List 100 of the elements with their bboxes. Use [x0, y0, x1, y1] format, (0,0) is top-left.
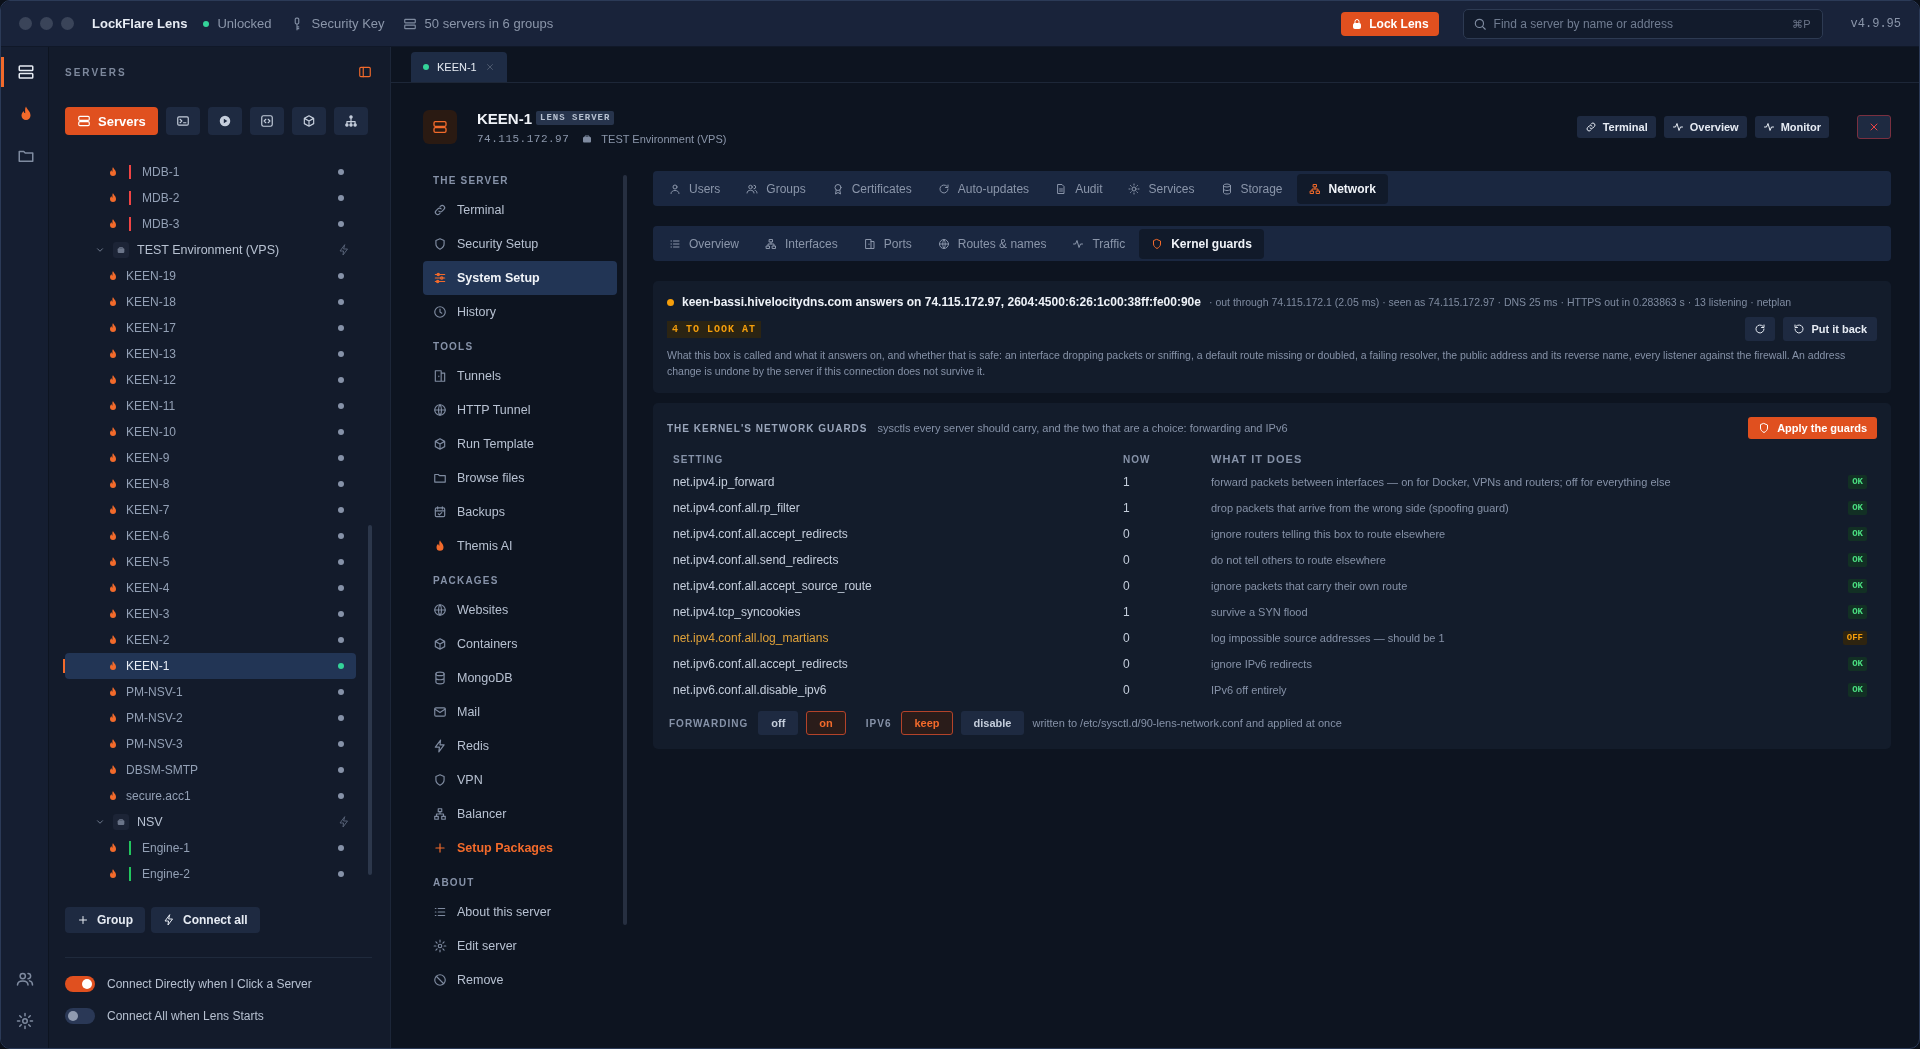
- nav-item[interactable]: Mail: [423, 695, 617, 729]
- server-item[interactable]: MDB-2: [65, 185, 356, 211]
- servers-tab[interactable]: Servers: [65, 107, 158, 135]
- section-tab[interactable]: Services: [1116, 173, 1207, 204]
- server-item[interactable]: KEEN-13: [65, 341, 356, 367]
- nav-heading: ABOUT: [432, 876, 476, 890]
- flame-icon: [107, 374, 119, 386]
- nav-item[interactable]: Containers: [423, 627, 617, 661]
- section-tab[interactable]: Certificates: [819, 173, 924, 204]
- nav-item[interactable]: Browse files: [423, 461, 617, 495]
- server-item[interactable]: KEEN-7: [65, 497, 356, 523]
- group-name[interactable]: NSV: [137, 815, 163, 829]
- apply-button[interactable]: Apply the guards: [1748, 417, 1877, 439]
- nav-item[interactable]: HTTP Tunnel: [423, 393, 617, 427]
- server-item[interactable]: Engine-1: [65, 835, 356, 861]
- subtab[interactable]: Interfaces: [753, 228, 850, 259]
- put-back-button[interactable]: Put it back: [1783, 317, 1877, 341]
- chevron-icon[interactable]: [95, 245, 105, 255]
- section-tab[interactable]: Groups: [734, 173, 818, 204]
- nav-item[interactable]: Run Template: [423, 427, 617, 461]
- toggle-switch[interactable]: [65, 976, 95, 992]
- section-tab[interactable]: Users: [657, 173, 733, 204]
- server-item[interactable]: secure.acc1: [65, 783, 356, 809]
- mode-tab[interactable]: [165, 107, 200, 135]
- header-action-button[interactable]: Terminal: [1576, 116, 1656, 138]
- add-group-button[interactable]: Group: [65, 907, 145, 933]
- refresh-button[interactable]: [1745, 317, 1776, 341]
- server-item[interactable]: KEEN-5: [65, 549, 356, 575]
- nav-item[interactable]: Websites: [423, 593, 617, 627]
- toggle-switch[interactable]: [65, 1008, 95, 1024]
- scrollbar[interactable]: [623, 175, 627, 925]
- server-item[interactable]: KEEN-3: [65, 601, 356, 627]
- mode-tab[interactable]: [291, 107, 326, 135]
- nav-item[interactable]: Backups: [423, 495, 617, 529]
- server-item[interactable]: PM-NSV-3: [65, 731, 356, 757]
- subtab[interactable]: Overview: [657, 228, 751, 259]
- server-item[interactable]: KEEN-4: [65, 575, 356, 601]
- server-item[interactable]: KEEN-1: [65, 653, 356, 679]
- server-item[interactable]: KEEN-12: [65, 367, 356, 393]
- server-item[interactable]: KEEN-17: [65, 315, 356, 341]
- mode-tab[interactable]: [333, 107, 368, 135]
- nav-item[interactable]: Balancer: [423, 797, 617, 831]
- document-tab[interactable]: KEEN-1: [411, 52, 507, 82]
- lock-button[interactable]: Lock Lens: [1341, 11, 1439, 36]
- nav-heading: PACKAGES: [432, 574, 500, 588]
- nav-item[interactable]: Setup Packages: [423, 831, 617, 865]
- group-name[interactable]: TEST Environment (VPS): [137, 243, 280, 257]
- subtab[interactable]: Traffic: [1060, 228, 1138, 259]
- users-icon[interactable]: [15, 970, 34, 988]
- server-item[interactable]: KEEN-10: [65, 419, 356, 445]
- section-tab[interactable]: Storage: [1208, 173, 1295, 204]
- mode-tab[interactable]: [207, 107, 242, 135]
- table-cell-text: 0: [1123, 631, 1131, 645]
- connect-all-button[interactable]: Connect all: [151, 907, 260, 933]
- header-action-button[interactable]: Monitor: [1754, 116, 1829, 138]
- nav-item[interactable]: Remove: [423, 963, 617, 997]
- nav-item[interactable]: Tunnels: [423, 359, 617, 393]
- section-tab[interactable]: Network: [1296, 173, 1388, 204]
- server-item[interactable]: KEEN-2: [65, 627, 356, 653]
- server-item[interactable]: KEEN-6: [65, 523, 356, 549]
- nav-item[interactable]: Themis AI: [423, 529, 617, 563]
- server-item[interactable]: KEEN-8: [65, 471, 356, 497]
- server-item[interactable]: PM-NSV-2: [65, 705, 356, 731]
- server-item[interactable]: KEEN-19: [65, 263, 356, 289]
- chevron-icon[interactable]: [95, 817, 105, 827]
- nav-item[interactable]: About this server: [423, 895, 617, 929]
- section-tab[interactable]: Auto-updates: [925, 173, 1042, 204]
- nav-item[interactable]: VPN: [423, 763, 617, 797]
- server-item[interactable]: PM-NSV-1: [65, 679, 356, 705]
- section-tab[interactable]: Audit: [1043, 173, 1115, 204]
- server-item[interactable]: DBSM-SMTP: [65, 757, 356, 783]
- bolt-icon[interactable]: [338, 816, 350, 828]
- nav-item[interactable]: Redis: [423, 729, 617, 763]
- nav-item[interactable]: Terminal: [423, 193, 617, 227]
- option-button[interactable]: keep: [901, 711, 953, 735]
- header-action-button[interactable]: Overview: [1663, 116, 1747, 138]
- server-item[interactable]: KEEN-9: [65, 445, 356, 471]
- server-item[interactable]: MDB-3: [65, 211, 356, 237]
- status-badge: OK: [1848, 657, 1867, 671]
- bolt-icon[interactable]: [338, 244, 350, 256]
- nav-item[interactable]: History: [423, 295, 617, 329]
- option-button[interactable]: off: [758, 711, 799, 735]
- nav-item[interactable]: Security Setup: [423, 227, 617, 261]
- panel-icon[interactable]: [358, 65, 372, 79]
- option-button[interactable]: on: [806, 711, 846, 735]
- settings-icon[interactable]: [15, 1012, 34, 1030]
- server-item[interactable]: KEEN-11: [65, 393, 356, 419]
- nav-item[interactable]: Edit server: [423, 929, 617, 963]
- option-button[interactable]: disable: [960, 711, 1025, 735]
- group-icon: [113, 242, 129, 258]
- mode-tab[interactable]: [249, 107, 284, 135]
- subtab[interactable]: Routes & names: [925, 228, 1059, 259]
- scrollbar[interactable]: [368, 525, 372, 875]
- subtab[interactable]: Kernel guards: [1139, 228, 1264, 259]
- server-item[interactable]: KEEN-18: [65, 289, 356, 315]
- nav-item[interactable]: MongoDB: [423, 661, 617, 695]
- nav-item[interactable]: System Setup: [423, 261, 617, 295]
- server-item[interactable]: Engine-2: [65, 861, 356, 887]
- subtab[interactable]: Ports: [851, 228, 924, 259]
- server-item[interactable]: MDB-1: [65, 159, 356, 185]
